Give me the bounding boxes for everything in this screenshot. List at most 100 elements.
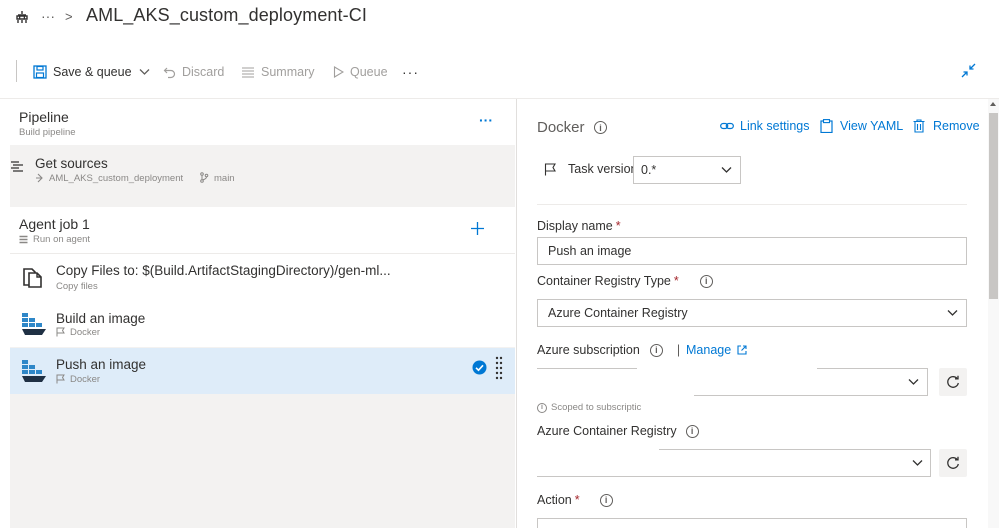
link-settings-button[interactable]: Link settings [720, 119, 809, 133]
task-push-image[interactable]: Push an image Docker [10, 348, 515, 394]
agent-icon [19, 235, 28, 244]
chevron-down-icon [721, 166, 732, 174]
save-icon [33, 65, 47, 79]
link-settings-label: Link settings [740, 119, 810, 133]
subscription-select[interactable] [537, 368, 928, 396]
sources-icon [10, 160, 24, 174]
refresh-icon [946, 375, 960, 389]
select-border-right [930, 449, 931, 477]
chevron-down-icon [912, 459, 923, 467]
scrollbar-thumb[interactable] [989, 113, 998, 299]
breadcrumb-more-button[interactable]: ··· [41, 8, 55, 24]
task-title: Push an image [56, 357, 147, 372]
select-border-top [659, 449, 931, 450]
registry-type-value: Azure Container Registry [548, 306, 688, 320]
flag-icon [56, 374, 65, 384]
manage-label: Manage [686, 343, 732, 357]
undo-icon [163, 66, 176, 79]
get-sources-branch: main [214, 173, 235, 184]
scrollbar[interactable] [988, 99, 999, 528]
toolbar-more-button[interactable]: ··· [402, 64, 419, 80]
add-task-icon[interactable] [470, 221, 485, 236]
manage-link[interactable]: Manage [686, 343, 747, 357]
info-icon[interactable]: i [649, 343, 663, 357]
clipboard-icon [820, 119, 833, 133]
refresh-icon [946, 456, 960, 470]
summary-button[interactable]: Summary [241, 62, 314, 82]
display-name-input[interactable]: Push an image [537, 237, 967, 265]
action-select[interactable] [537, 518, 967, 528]
required-marker: * [673, 274, 679, 288]
agent-job-title: Agent job 1 [19, 216, 90, 232]
scoped-note-text: Scoped to subscriptic [551, 402, 642, 413]
info-icon[interactable]: i [685, 424, 699, 438]
chevron-down-icon [908, 378, 919, 386]
get-sources-item[interactable]: Get sources AML_AKS_custom_deployment ma… [10, 150, 515, 195]
view-yaml-label: View YAML [840, 119, 904, 133]
remove-button[interactable]: Remove [913, 119, 980, 133]
trash-icon [913, 119, 925, 133]
chevron-down-icon [947, 309, 958, 317]
get-sources-title: Get sources [35, 156, 108, 171]
select-border-top [817, 368, 928, 369]
task-version-select[interactable]: 0.* [633, 156, 741, 184]
page-title: AML_AKS_custom_deployment-CI [86, 5, 367, 25]
branch-icon [199, 172, 209, 183]
docker-icon [21, 311, 47, 337]
copy-files-icon [22, 266, 44, 288]
collapse-icon[interactable] [961, 63, 976, 78]
discard-button[interactable]: Discard [163, 62, 224, 82]
info-icon[interactable]: i [599, 493, 613, 507]
action-field-label: Action * i [537, 493, 613, 507]
get-sources-repo: AML_AKS_custom_deployment [49, 173, 184, 184]
display-name-field-label: Display name * [537, 219, 621, 233]
chevron-down-icon[interactable] [139, 68, 150, 76]
task-subtitle: Docker [70, 327, 101, 338]
drag-handle-icon[interactable] [495, 356, 503, 382]
task-title: Copy Files to: $(Build.ArtifactStagingDi… [56, 263, 391, 278]
scroll-up-arrow[interactable] [990, 102, 996, 106]
docker-icon [21, 358, 47, 384]
save-queue-label: Save & queue [53, 65, 132, 79]
acr-field-label: Azure Container Registry i [537, 424, 699, 438]
display-name-label: Display name [537, 219, 613, 233]
info-icon[interactable]: i [699, 274, 713, 288]
required-marker: * [574, 493, 580, 507]
section-divider [537, 204, 967, 205]
summary-label: Summary [261, 65, 315, 79]
remove-label: Remove [933, 119, 980, 133]
task-subtitle: Copy files [56, 281, 98, 292]
info-icon: i [537, 402, 547, 413]
task-title: Build an image [56, 311, 146, 326]
task-version-label: Task version [568, 162, 638, 176]
task-copy-files[interactable]: Copy Files to: $(Build.ArtifactStagingDi… [10, 254, 515, 301]
flag-icon [56, 327, 65, 337]
acr-select[interactable] [537, 449, 931, 477]
registry-type-select[interactable]: Azure Container Registry [537, 299, 967, 327]
view-yaml-button[interactable]: View YAML [820, 119, 903, 133]
link-icon [720, 121, 734, 131]
external-link-icon [737, 345, 747, 355]
check-circle-icon[interactable] [472, 360, 487, 375]
agent-job-card[interactable]: Agent job 1 Run on agent [10, 207, 515, 253]
task-subtitle: Docker [70, 374, 101, 385]
agent-job-subtitle: Run on agent [33, 234, 91, 245]
refresh-registry-button[interactable] [939, 449, 967, 477]
toolbar-divider [16, 60, 17, 82]
info-icon[interactable]: i [594, 121, 607, 134]
save-queue-button[interactable]: Save & queue [33, 62, 150, 82]
select-border-right [927, 368, 928, 396]
refresh-subscription-button[interactable] [939, 368, 967, 396]
task-details-title: Docker [537, 119, 585, 136]
task-build-image[interactable]: Build an image Docker [10, 301, 515, 347]
subscription-field-label: Azure subscription i | [537, 343, 680, 357]
action-label: Action [537, 493, 572, 507]
pipeline-more-button[interactable]: ··· [479, 112, 493, 128]
pipelines-icon[interactable] [15, 10, 29, 24]
select-border-bottom [694, 395, 928, 396]
queue-button[interactable]: Queue [333, 62, 388, 82]
pipeline-card[interactable]: Pipeline Build pipeline ··· [10, 99, 515, 145]
queue-label: Queue [350, 65, 388, 79]
pipeline-title: Pipeline [19, 109, 69, 125]
acr-label: Azure Container Registry [537, 424, 677, 438]
